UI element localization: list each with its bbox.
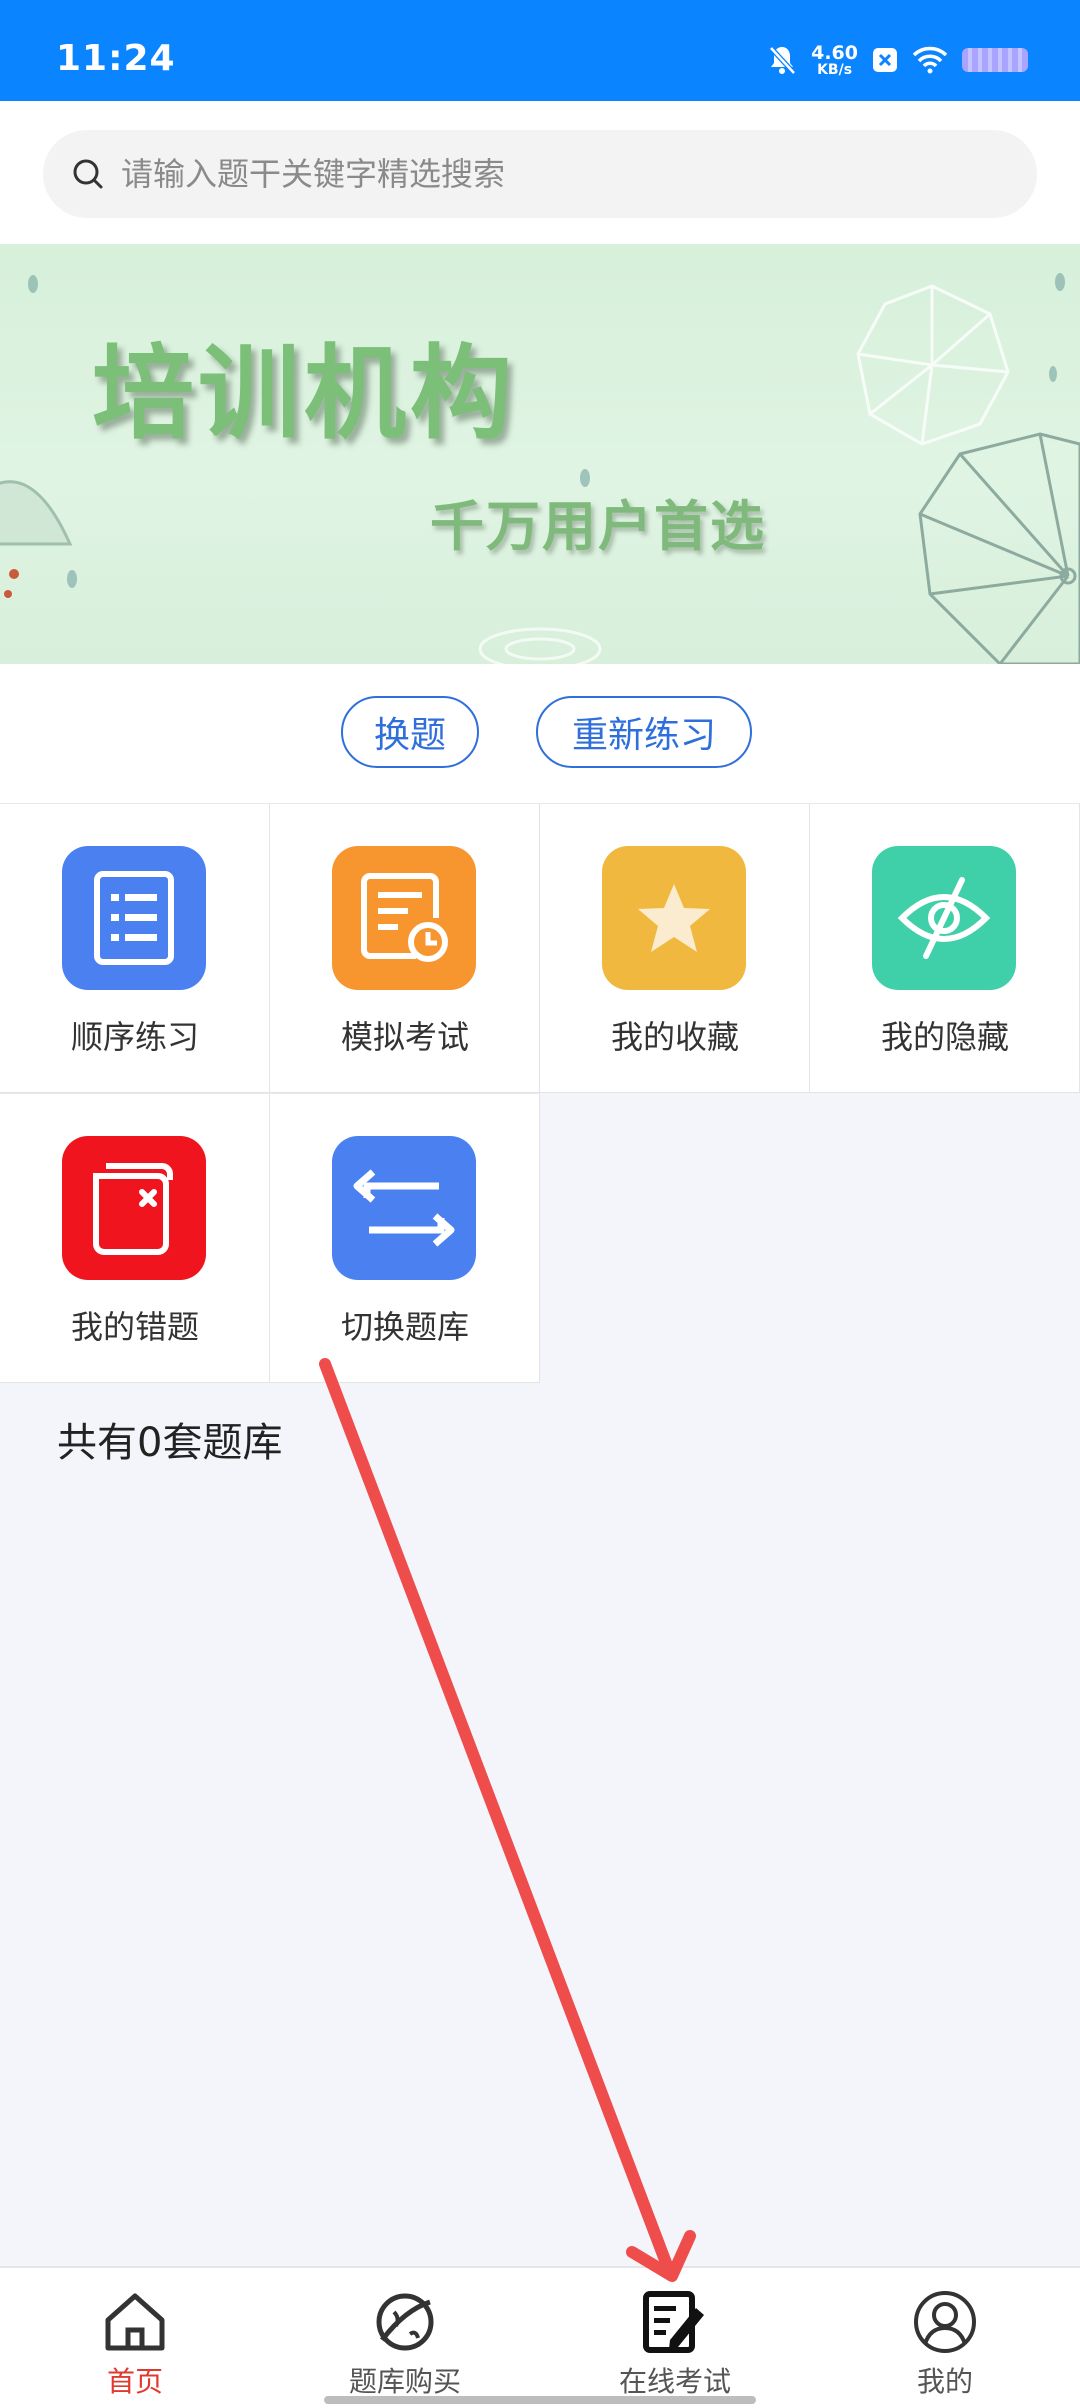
grid-item-label: 我的收藏	[610, 1018, 739, 1056]
nav-label: 在线考试	[618, 2365, 731, 2398]
network-speed: 4.60 KB/s	[811, 41, 858, 78]
practice-actions: 换题 重新练习	[0, 664, 1080, 803]
restart-practice-button[interactable]: 重新练习	[536, 696, 752, 768]
star-icon	[602, 846, 746, 990]
grid-item-switch-bank[interactable]: 切换题库	[270, 1093, 540, 1383]
banner-subtitle: 千万用户首选	[430, 495, 766, 558]
nav-online-exam[interactable]: 在线考试	[540, 2268, 810, 2408]
grid-item-mock-exam[interactable]: 模拟考试	[270, 803, 540, 1093]
grid-item-label: 我的错题	[70, 1308, 199, 1346]
nav-label: 首页	[106, 2365, 163, 2398]
nav-bank-purchase[interactable]: 题库购买	[270, 2268, 540, 2408]
user-icon	[914, 2291, 976, 2353]
network-speed-unit: KB/s	[817, 61, 853, 78]
status-icons: 4.60 KB/s	[767, 40, 1028, 80]
nav-label: 我的	[916, 2365, 973, 2398]
search-input[interactable]	[121, 155, 981, 193]
function-grid: 顺序练习 模拟考试 我的收藏 我的隐藏 我的错题 切换题库	[0, 803, 1080, 1384]
question-bank-count: 共有0套题库	[57, 1420, 283, 1466]
status-time: 11:24	[56, 38, 176, 79]
promo-banner[interactable]: 培训机构 千万用户首选	[0, 244, 1080, 664]
grid-item-hidden[interactable]: 我的隐藏	[810, 803, 1080, 1093]
eye-off-icon	[872, 846, 1016, 990]
battery-icon	[962, 48, 1028, 72]
bottom-navigation: 首页 题库购买 在线考试 我的	[0, 2266, 1080, 2408]
search-icon	[73, 159, 103, 189]
grid-item-label: 模拟考试	[340, 1018, 469, 1056]
nav-mine[interactable]: 我的	[810, 2268, 1080, 2408]
home-icon	[105, 2293, 165, 2351]
grid-item-wrong-questions[interactable]: 我的错题	[0, 1093, 270, 1383]
change-question-button[interactable]: 换题	[341, 696, 479, 768]
grid-item-label: 顺序练习	[70, 1018, 199, 1056]
edit-paper-icon	[643, 2291, 704, 2353]
gesture-home-bar[interactable]	[324, 2396, 756, 2404]
grid-item-label: 我的隐藏	[880, 1018, 1009, 1056]
exam-clock-icon	[332, 846, 476, 990]
mute-bell-icon	[769, 46, 796, 75]
planet-icon	[376, 2293, 434, 2351]
nav-home[interactable]: 首页	[0, 2268, 270, 2408]
nav-label: 题库购买	[348, 2365, 461, 2398]
grid-item-favorites[interactable]: 我的收藏	[540, 803, 810, 1093]
status-bar: 11:24 4.60 KB/s	[0, 0, 1080, 101]
wrong-question-icon	[62, 1136, 206, 1280]
notification-app-icon	[873, 48, 897, 72]
wifi-icon	[912, 46, 948, 74]
list-icon	[62, 846, 206, 990]
switch-icon	[332, 1136, 476, 1280]
search-bar-area	[0, 101, 1080, 244]
banner-title: 培训机构	[92, 335, 516, 454]
network-speed-value: 4.60	[811, 41, 858, 64]
grid-item-label: 切换题库	[340, 1308, 469, 1346]
search-box[interactable]	[43, 130, 1037, 218]
grid-item-sequential-practice[interactable]: 顺序练习	[0, 803, 270, 1093]
